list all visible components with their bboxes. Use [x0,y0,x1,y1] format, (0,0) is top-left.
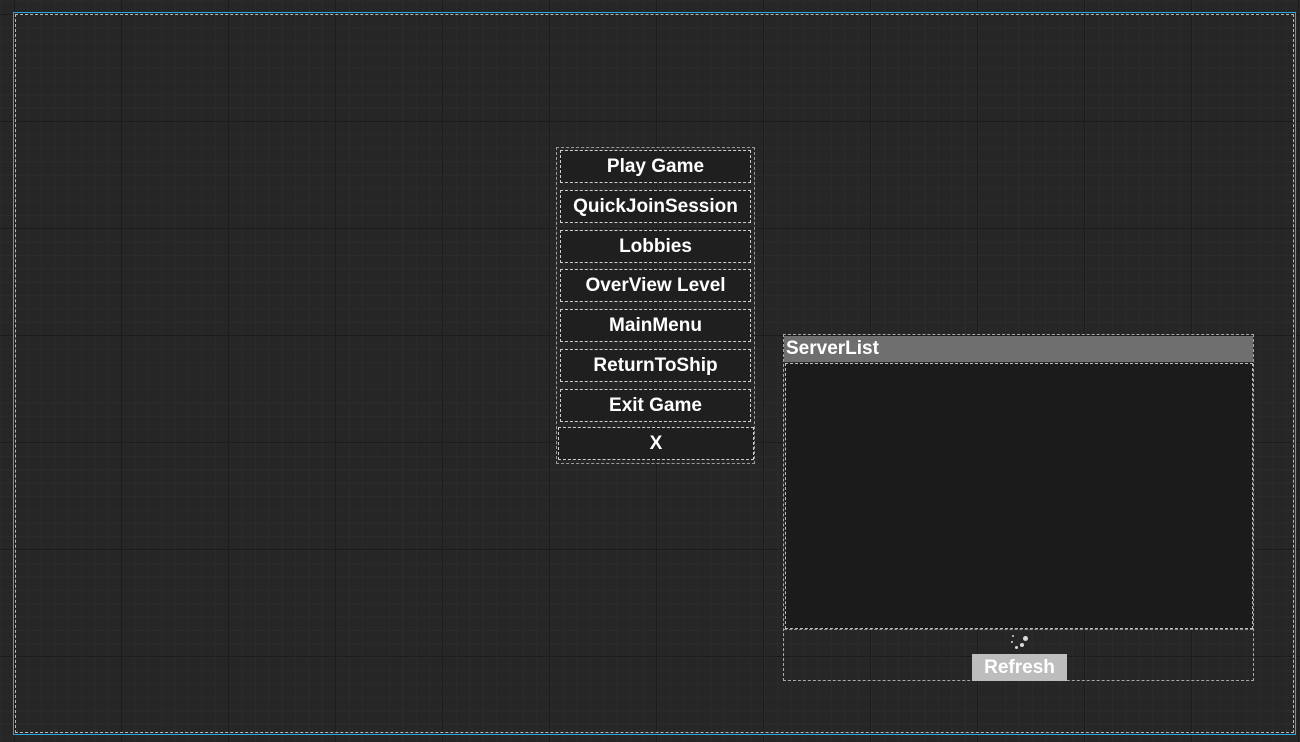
lobbies-button[interactable]: Lobbies [560,230,751,263]
return-to-ship-button[interactable]: ReturnToShip [560,349,751,382]
server-list-scrollbox[interactable] [785,363,1253,629]
overview-level-button[interactable]: OverView Level [560,269,751,302]
play-game-button[interactable]: Play Game [560,150,751,183]
main-menu-button[interactable]: MainMenu [560,309,751,342]
refresh-button[interactable]: Refresh [972,654,1067,681]
designer-canvas: Play Game QuickJoinSession Lobbies OverV… [0,0,1300,742]
main-menu-panel: Play Game QuickJoinSession Lobbies OverV… [556,147,755,464]
server-list-footer: Refresh [784,629,1253,681]
exit-game-button[interactable]: Exit Game [560,389,751,422]
close-button[interactable]: X [558,427,754,460]
server-list-title: ServerList [784,336,1253,362]
quick-join-session-button[interactable]: QuickJoinSession [560,190,751,223]
loading-spinner-icon [1010,635,1030,651]
server-list-panel: ServerList Refresh [783,334,1254,681]
